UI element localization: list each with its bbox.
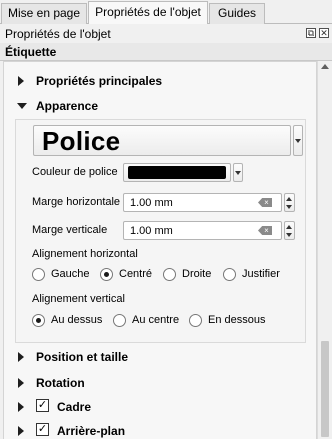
v-margin-stepper[interactable]	[284, 221, 295, 240]
h-align-label: Alignement horizontal	[32, 248, 138, 260]
dock-title: Propriétés de l'objet	[5, 27, 111, 41]
section-appearance[interactable]: Apparence	[4, 95, 318, 117]
radio-button[interactable]	[32, 314, 45, 327]
font-menu-dropdown[interactable]	[293, 125, 303, 156]
expand-arrow-icon[interactable]	[18, 76, 24, 86]
radio-label: Au dessus	[51, 314, 103, 326]
section-label: Arrière-plan	[57, 424, 126, 438]
section-main-properties[interactable]: Propriétés principales	[4, 70, 318, 92]
scroll-up-icon[interactable]	[321, 64, 329, 69]
step-up-icon[interactable]	[286, 197, 292, 201]
section-label: Propriétés principales	[36, 74, 163, 88]
radio-button[interactable]	[223, 268, 236, 281]
h-margin-stepper[interactable]	[284, 193, 295, 212]
section-label: Rotation	[36, 376, 85, 390]
radio-button[interactable]	[189, 314, 202, 327]
expand-arrow-icon[interactable]	[18, 352, 24, 362]
v-align-label: Alignement vertical	[32, 293, 125, 305]
tab-guides[interactable]: Guides	[209, 3, 265, 24]
v-margin-input[interactable]: 1.00 mm ×	[123, 221, 282, 240]
item-title: Étiquette	[5, 45, 57, 59]
h-margin-input[interactable]: 1.00 mm ×	[123, 193, 282, 212]
collapse-arrow-icon[interactable]	[17, 103, 27, 109]
float-dock-icon[interactable]: ⧉	[306, 28, 316, 38]
item-header: Étiquette	[0, 43, 332, 61]
radio-label: Justifier	[242, 268, 280, 280]
appearance-group: Police Couleur de police Marge horizonta…	[15, 119, 306, 343]
close-dock-icon[interactable]: ✕	[319, 28, 329, 38]
scroll-thumb[interactable]	[321, 341, 329, 437]
expand-arrow-icon[interactable]	[18, 426, 24, 436]
step-up-icon[interactable]	[286, 225, 292, 229]
step-down-icon[interactable]	[286, 233, 292, 237]
h-margin-value: 1.00 mm	[130, 197, 173, 209]
font-color-swatch	[128, 166, 226, 179]
properties-panel: Propriétés principales Apparence Police …	[3, 61, 317, 439]
radio-label: Droite	[182, 268, 212, 280]
section-background[interactable]: ✓ Arrière-plan	[4, 420, 318, 439]
step-down-icon[interactable]	[286, 205, 292, 209]
section-rotation[interactable]: Rotation	[4, 372, 318, 394]
radio-label: Centré	[119, 268, 153, 280]
v-margin-value: 1.00 mm	[130, 225, 173, 237]
section-frame[interactable]: ✓ Cadre	[4, 396, 318, 418]
h-margin-label: Marge horizontale	[32, 196, 121, 208]
tab-mise-en-page[interactable]: Mise en page	[1, 3, 87, 24]
radio-button[interactable]	[100, 268, 113, 281]
radio-label: En dessous	[208, 314, 266, 326]
section-label: Position et taille	[36, 350, 129, 364]
vertical-scrollbar[interactable]	[317, 61, 332, 439]
radio-button[interactable]	[32, 268, 45, 281]
section-label: Cadre	[57, 400, 92, 414]
tab-proprietes-objet[interactable]: Propriétés de l'objet	[88, 1, 208, 24]
dock-title-bar: Propriétés de l'objet ⧉ ✕	[0, 26, 332, 42]
radio-label: Gauche	[51, 268, 90, 280]
clear-icon[interactable]: ×	[258, 198, 272, 207]
expand-arrow-icon[interactable]	[18, 378, 24, 388]
font-button-label: Police	[42, 126, 121, 156]
section-position-size[interactable]: Position et taille	[4, 346, 318, 368]
font-button[interactable]: Police	[33, 125, 291, 156]
font-color-label: Couleur de police	[32, 166, 118, 178]
section-label: Apparence	[36, 99, 99, 113]
frame-checkbox[interactable]: ✓	[36, 399, 49, 412]
font-color-button[interactable]	[123, 163, 231, 182]
radio-button[interactable]	[113, 314, 126, 327]
v-margin-label: Marge verticale	[32, 224, 108, 236]
radio-button[interactable]	[163, 268, 176, 281]
expand-arrow-icon[interactable]	[18, 402, 24, 412]
background-checkbox[interactable]: ✓	[36, 423, 49, 436]
radio-label: Au centre	[132, 314, 180, 326]
clear-icon[interactable]: ×	[258, 226, 272, 235]
tab-bar: Mise en page Propriétés de l'objet Guide…	[0, 0, 332, 24]
font-color-dropdown[interactable]	[233, 163, 243, 182]
